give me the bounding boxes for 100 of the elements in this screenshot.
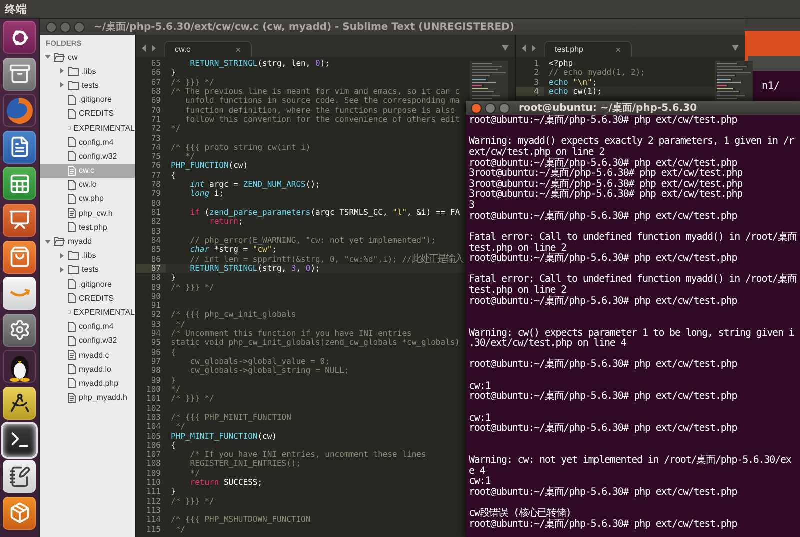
launcher-item[interactable]: [3, 204, 36, 237]
terminal-text: root@ubuntu:~/桌面/php-5.6.30# php ext/cw/test.php: [469, 392, 738, 403]
file-tab[interactable]: cw.c ×: [164, 41, 252, 57]
launcher-item[interactable]: [3, 167, 36, 200]
code-line: */: [184, 152, 196, 162]
code-line: */: [174, 320, 186, 330]
folder-icon: [54, 52, 65, 62]
nav-arrows-icon[interactable]: [142, 45, 156, 52]
minimize-button[interactable]: [485, 102, 496, 114]
sidebar-item[interactable]: .gitignore: [40, 92, 135, 107]
nav-arrows-icon[interactable]: [522, 45, 536, 52]
line-number: 77: [150, 170, 162, 180]
line-number: 105: [146, 432, 162, 441]
sidebar-item[interactable]: config.m4: [40, 135, 135, 150]
terminal-text: n1/: [761, 80, 782, 92]
sidebar-item[interactable]: cw: [40, 50, 135, 64]
launcher-item[interactable]: [3, 386, 36, 420]
globe-icon: [4, 96, 34, 126]
sidebar-item[interactable]: config.w32: [40, 334, 135, 348]
launcher-item[interactable]: [3, 21, 36, 54]
sidebar-item[interactable]: test.php: [40, 220, 135, 234]
terminal-text: cw:1: [469, 412, 491, 424]
launcher-item[interactable]: [3, 58, 36, 91]
code-line: */: [174, 422, 186, 432]
line-number: 79: [150, 189, 162, 199]
launcher-item[interactable]: [3, 240, 36, 274]
app-title: 终端: [5, 2, 27, 16]
code-line: // echo myadd(1, 2);: [548, 68, 646, 78]
sidebar-item[interactable]: .libs: [40, 248, 135, 263]
minimize-button[interactable]: [60, 22, 71, 32]
sidebar-item[interactable]: CREDITS: [40, 291, 135, 306]
line-number: 87: [136, 264, 166, 274]
launcher-item[interactable]: [3, 277, 36, 310]
code-line: /* }}} */: [170, 496, 214, 506]
sidebar-item[interactable]: EXPERIMENTAL: [40, 120, 135, 136]
caret-down-icon[interactable]: [45, 238, 51, 245]
tab-close[interactable]: ×: [616, 44, 621, 54]
launcher-item[interactable]: [3, 130, 36, 164]
close-button[interactable]: [471, 102, 482, 114]
maximize-button[interactable]: [74, 22, 85, 32]
code-file-icon: [68, 166, 76, 176]
code-line: */: [170, 124, 181, 134]
sidebar-item[interactable]: myadd.lo: [40, 362, 135, 376]
sidebar-item[interactable]: php_cw.h: [40, 206, 135, 220]
line-number: 114: [146, 515, 162, 525]
line-number: 107: [146, 450, 162, 460]
file-icon: [68, 336, 76, 346]
sidebar-item[interactable]: php_myadd.h: [40, 390, 135, 405]
terminal-text: root@ubuntu:~/桌面/php-5.6.30# php ext/cw/test.php: [469, 488, 738, 498]
sidebar-item[interactable]: myadd.c: [40, 348, 135, 362]
code-line: /* If you have INI entries, uncomment these lines: [189, 450, 426, 460]
folder-icon: [68, 66, 79, 76]
file-icon: [68, 151, 76, 162]
code-line: /* }}} */: [170, 78, 214, 87]
code-line: */: [170, 384, 181, 394]
caret-right-icon[interactable]: [59, 252, 65, 259]
sidebar-item[interactable]: cw.php: [40, 192, 135, 206]
caret-down-icon[interactable]: [502, 45, 509, 51]
caret-down-icon[interactable]: [45, 54, 51, 60]
line-number: 86: [150, 254, 162, 264]
caret-down-icon[interactable]: [732, 45, 739, 51]
sidebar-item[interactable]: CREDITS: [40, 106, 135, 121]
terminal-text: test.php on line 2: [469, 286, 567, 296]
launcher-item[interactable]: [3, 496, 36, 530]
code-file-icon: [68, 392, 76, 403]
file-icon: [68, 194, 76, 204]
line-number: 111: [146, 487, 162, 497]
launcher-item[interactable]: [3, 424, 36, 457]
file-tab[interactable]: test.php ×: [544, 41, 632, 57]
terminal-text: test.php on line 2: [469, 244, 567, 254]
sidebar-item[interactable]: .gitignore: [40, 277, 135, 292]
line-number: 69: [150, 96, 162, 106]
caret-right-icon[interactable]: [59, 82, 65, 88]
launcher-item[interactable]: [3, 314, 36, 347]
line-number: 84: [150, 236, 162, 246]
line-number: 71: [150, 114, 162, 124]
code-line: if (zend_parse_parameters(argc TSRMLS_CC, "l", &i) == FA: [189, 208, 460, 218]
sidebar-item[interactable]: myadd.php: [40, 376, 135, 390]
maximize-button[interactable]: [499, 102, 510, 114]
line-number: 112: [146, 496, 162, 506]
sidebar-item[interactable]: .libs: [40, 64, 135, 78]
line-number: 102: [146, 404, 162, 413]
sidebar-item[interactable]: tests: [40, 78, 135, 93]
close-button[interactable]: [46, 22, 57, 32]
caret-right-icon[interactable]: [59, 68, 65, 74]
sidebar-item[interactable]: tests: [40, 262, 135, 277]
sidebar-item[interactable]: config.w32: [40, 149, 135, 164]
title-bar: [748, 56, 800, 71]
line-number: 73: [150, 134, 162, 143]
sidebar-item[interactable]: EXPERIMENTAL: [40, 305, 135, 320]
code-line: unfold functions in source code. See the corresponding ma: [184, 96, 460, 106]
launcher-item[interactable]: [3, 460, 36, 494]
sidebar-item[interactable]: myadd: [40, 234, 135, 249]
tab-close[interactable]: ×: [236, 44, 241, 54]
terminal-text: Warning: cw() expects parameter 1 to be long, string given i: [469, 326, 794, 338]
caret-right-icon[interactable]: [59, 266, 65, 273]
sidebar-item[interactable]: config.m4: [40, 320, 135, 334]
sidebar-item[interactable]: cw.lo: [40, 178, 135, 192]
line-number: 97: [150, 357, 162, 366]
code-line: // int len = spprintf(&strg, 0, "cw:%d",i); //此处正是输入: [189, 254, 463, 264]
